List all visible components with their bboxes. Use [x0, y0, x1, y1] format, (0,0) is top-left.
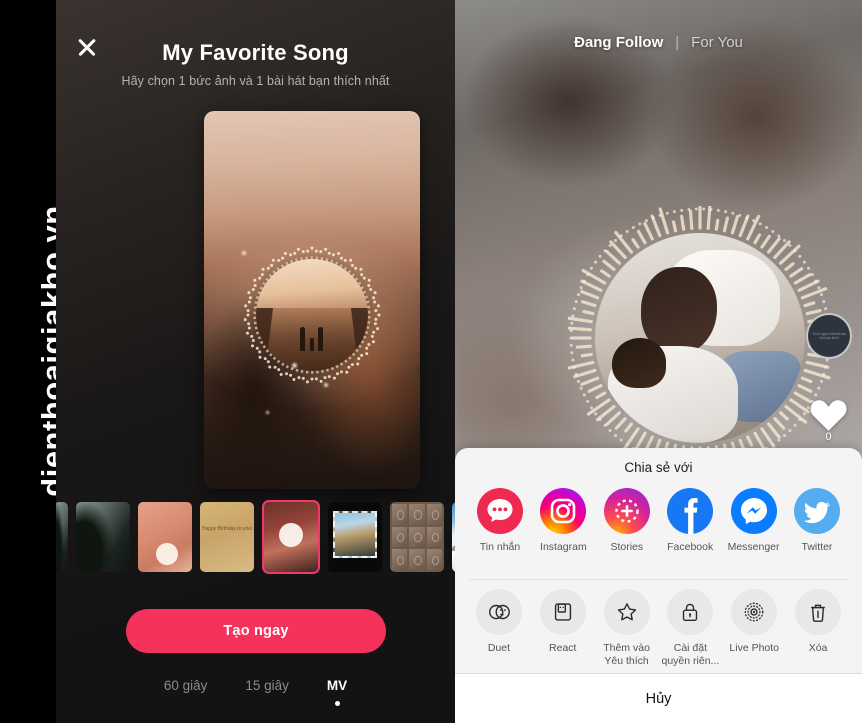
star-icon [603, 589, 650, 635]
react-frame-icon [539, 589, 586, 635]
template-thumbnail-strip[interactable]: Happy Birthday to you! [56, 500, 455, 574]
music-disc-label: Tôi là người hát bài này nếu bạn thích [812, 331, 846, 340]
action-label: Xóa [808, 642, 828, 654]
instagram-stories-icon [603, 488, 650, 534]
sparkle [242, 251, 246, 255]
thumb-birthday-gold[interactable]: Happy Birthday to you! [200, 502, 254, 572]
thumb-grid-cell [392, 504, 408, 525]
mode-tab-mv[interactable]: MV [327, 678, 347, 706]
thumb-grid [392, 504, 442, 570]
share-target-stories[interactable]: Stories [596, 488, 658, 554]
create-button-label: Tạo ngay [223, 623, 289, 639]
action-duet[interactable]: Duet [467, 589, 531, 668]
share-target-label: Messenger [727, 541, 780, 553]
share-target-tin-nhắn[interactable]: Tin nhắn [469, 488, 531, 554]
share-targets-row[interactable]: Tin nhắn Instagram Stories Facebook Messenge… [455, 488, 862, 554]
mode-tab-15-giây[interactable]: 15 giây [245, 678, 289, 693]
thumb-grid-cell [392, 549, 408, 570]
share-sheet: Chia sẻ với Tin nhắn Instagram Stories Face… [455, 448, 862, 723]
tab-for-you[interactable]: For You [691, 34, 743, 51]
photo-hair-bottom [611, 338, 667, 389]
page-title: My Favorite Song [162, 40, 349, 65]
action-label: Live Photo [729, 642, 780, 654]
action-react[interactable]: React [531, 589, 595, 668]
thumb-pink-marble[interactable] [138, 502, 192, 572]
trash-icon [795, 589, 842, 635]
feed-photo-circle [595, 233, 805, 443]
thumb-caption: Happy Birthday to you! [201, 525, 253, 532]
twitter-bird-icon [793, 488, 840, 534]
app-screenshot: dienthoaigiakho.vn My Favorite Song Hãy … [0, 0, 862, 723]
share-target-label: Tin nhắn [479, 541, 521, 553]
sheet-divider [469, 579, 848, 580]
heart-icon[interactable] [809, 396, 848, 432]
thumb-grid-cell [426, 549, 442, 570]
action-label: Duet [487, 642, 510, 654]
share-target-facebook[interactable]: Facebook [659, 488, 721, 554]
mv-creation-panel: My Favorite Song Hãy chọn 1 bức ảnh và 1… [56, 0, 455, 723]
share-target-label: Facebook [667, 541, 714, 553]
action-live-photo[interactable]: Live Photo [722, 589, 786, 668]
thumb-grid-cell [409, 526, 425, 548]
thumb-forest[interactable] [76, 502, 130, 572]
like-count: 0 [825, 431, 832, 443]
thumb-grid-cell [409, 504, 425, 525]
action-label: Thêm vào Yêu thích [603, 642, 650, 668]
action-x-a[interactable]: Xóa [786, 589, 850, 668]
thumb-photo-grid[interactable] [390, 502, 444, 572]
create-button[interactable]: Tạo ngay [126, 609, 386, 653]
tiktok-feed-panel: Đang Follow | For You Tôi là người hát b… [455, 0, 862, 723]
message-bubble-icon [477, 488, 523, 534]
share-target-messenger[interactable]: Messenger [723, 488, 785, 554]
share-target-label: Stories [610, 541, 644, 553]
thumb-grid-cell [392, 526, 408, 548]
action-th-m-v-o-y-u-th-ch[interactable]: Thêm vào Yêu thích [595, 589, 659, 668]
preview-photo-circle [256, 259, 368, 371]
thumb-stamp-photo [333, 511, 377, 558]
duet-circles-icon [475, 589, 522, 635]
music-disc-avatar[interactable]: Tôi là người hát bài này nếu bạn thích [806, 313, 852, 359]
preview-figure-right [318, 327, 323, 351]
sparkle [324, 383, 328, 387]
cancel-button-label: Hủy [645, 690, 672, 707]
mode-tab-60-giây[interactable]: 60 giây [164, 678, 208, 693]
feed-tab-bar[interactable]: Đang Follow | For You [455, 34, 862, 51]
share-target-label: Twitter [801, 541, 833, 553]
thumb-grid-cell [426, 504, 442, 525]
action-label: Cài đặt quyền riên... [661, 642, 720, 668]
messenger-icon [730, 488, 777, 534]
instagram-icon [540, 488, 587, 534]
sparkle [292, 363, 297, 368]
live-photo-icon [731, 589, 778, 635]
action-c-i-t-quy-n-ri-n[interactable]: Cài đặt quyền riên... [658, 589, 722, 668]
lock-icon [667, 589, 714, 635]
mode-tab-bar[interactable]: 60 giây 15 giây MV [56, 678, 455, 706]
watermark-strip: dienthoaigiakho.vn [0, 0, 56, 723]
mv-preview-card[interactable] [204, 111, 420, 489]
sparkle [266, 411, 269, 414]
action-label: React [549, 642, 577, 654]
share-target-label: Instagram [540, 541, 587, 553]
cancel-button[interactable]: Hủy [455, 674, 862, 723]
share-sheet-title: Chia sẻ với [624, 460, 693, 475]
preview-figure-left [300, 327, 305, 351]
thumb-grid-cell [426, 526, 442, 548]
preview-figure-child [310, 338, 314, 351]
tab-following[interactable]: Đang Follow [574, 34, 663, 51]
video-actions-row[interactable]: Duet React Thêm vào Yêu thích Cài đặt quyền… [455, 589, 862, 668]
watermark-text: dienthoaigiakho.vn [35, 205, 56, 497]
thumb-polaroid-stamp[interactable] [328, 502, 382, 572]
thumb-edge-left[interactable] [56, 502, 68, 572]
page-subtitle: Hãy chọn 1 bức ảnh và 1 bài hát bạn thíc… [121, 74, 390, 88]
facebook-icon [667, 488, 714, 534]
share-target-twitter[interactable]: Twitter [786, 488, 848, 554]
thumb-my-favorite-song[interactable] [262, 500, 320, 574]
share-target-instagram[interactable]: Instagram [532, 488, 594, 554]
thumb-grid-cell [409, 549, 425, 570]
tab-separator: | [675, 34, 680, 51]
